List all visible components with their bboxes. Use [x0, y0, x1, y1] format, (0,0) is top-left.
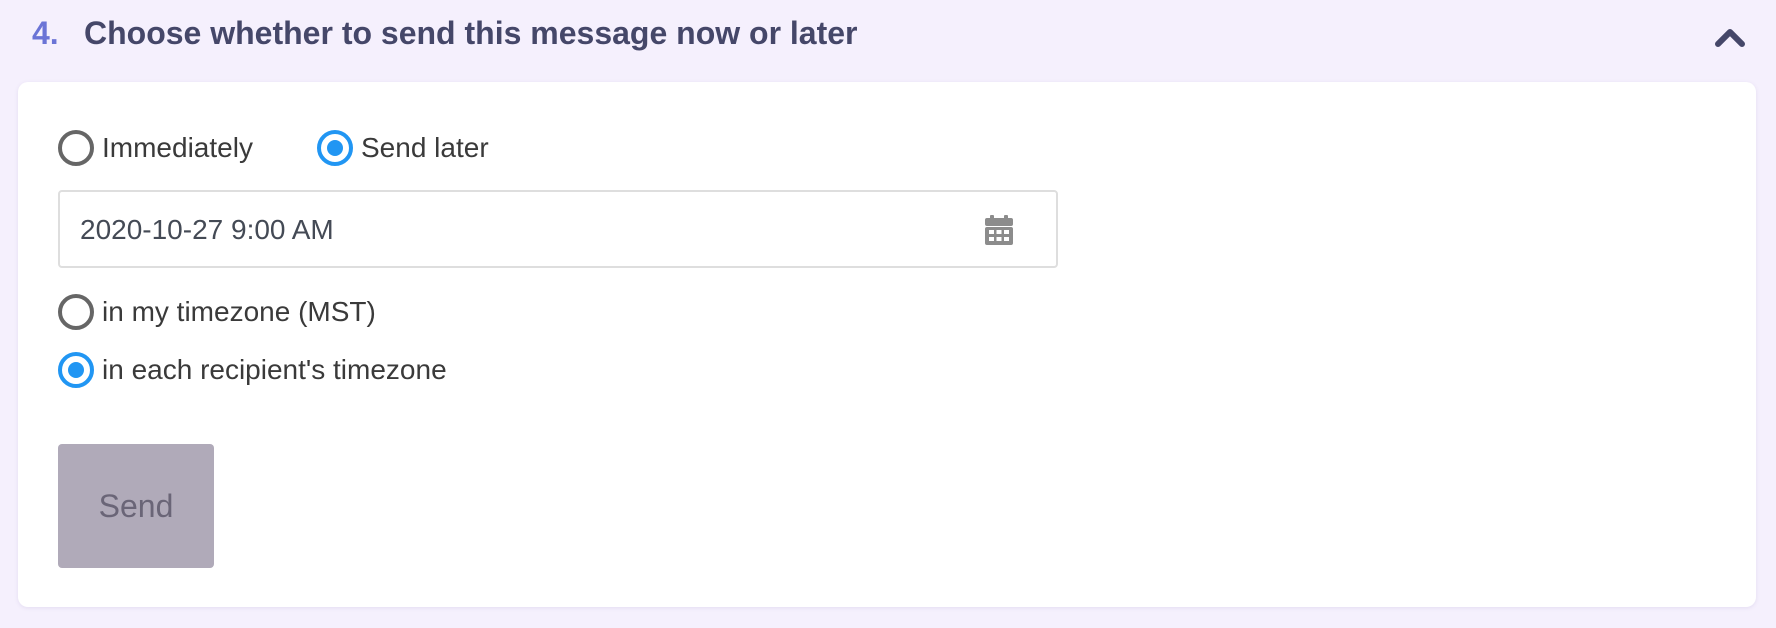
send-button[interactable]: Send — [58, 444, 214, 568]
recipient-timezone-radio[interactable] — [58, 352, 94, 388]
chevron-up-icon — [1715, 29, 1745, 47]
immediately-label: Immediately — [102, 132, 253, 163]
my-timezone-radio[interactable] — [58, 294, 94, 330]
step-header: 4. Choose whether to send this message n… — [0, 0, 1776, 72]
datetime-field[interactable]: 2020-10-27 9:00 AM — [58, 190, 1058, 268]
calendar-icon — [985, 215, 1013, 245]
my-timezone-label: in my timezone (MST) — [102, 296, 376, 327]
calendar-button[interactable] — [984, 214, 1014, 246]
my-timezone-option[interactable]: in my timezone (MST) — [58, 294, 376, 330]
collapse-toggle-button[interactable] — [1712, 20, 1748, 52]
send-later-label: Send later — [361, 132, 489, 163]
recipient-timezone-label: in each recipient's timezone — [102, 354, 447, 385]
immediately-option[interactable]: Immediately — [58, 130, 253, 166]
send-later-option[interactable]: Send later — [317, 130, 489, 166]
immediately-radio[interactable] — [58, 130, 94, 166]
schedule-card: Immediately Send later 2020-10-27 9:00 A… — [18, 82, 1756, 607]
datetime-value: 2020-10-27 9:00 AM — [80, 214, 334, 245]
recipient-timezone-option[interactable]: in each recipient's timezone — [58, 352, 447, 388]
send-later-radio[interactable] — [317, 130, 353, 166]
step-number: 4. — [32, 15, 59, 51]
step-title: Choose whether to send this message now … — [84, 15, 858, 51]
